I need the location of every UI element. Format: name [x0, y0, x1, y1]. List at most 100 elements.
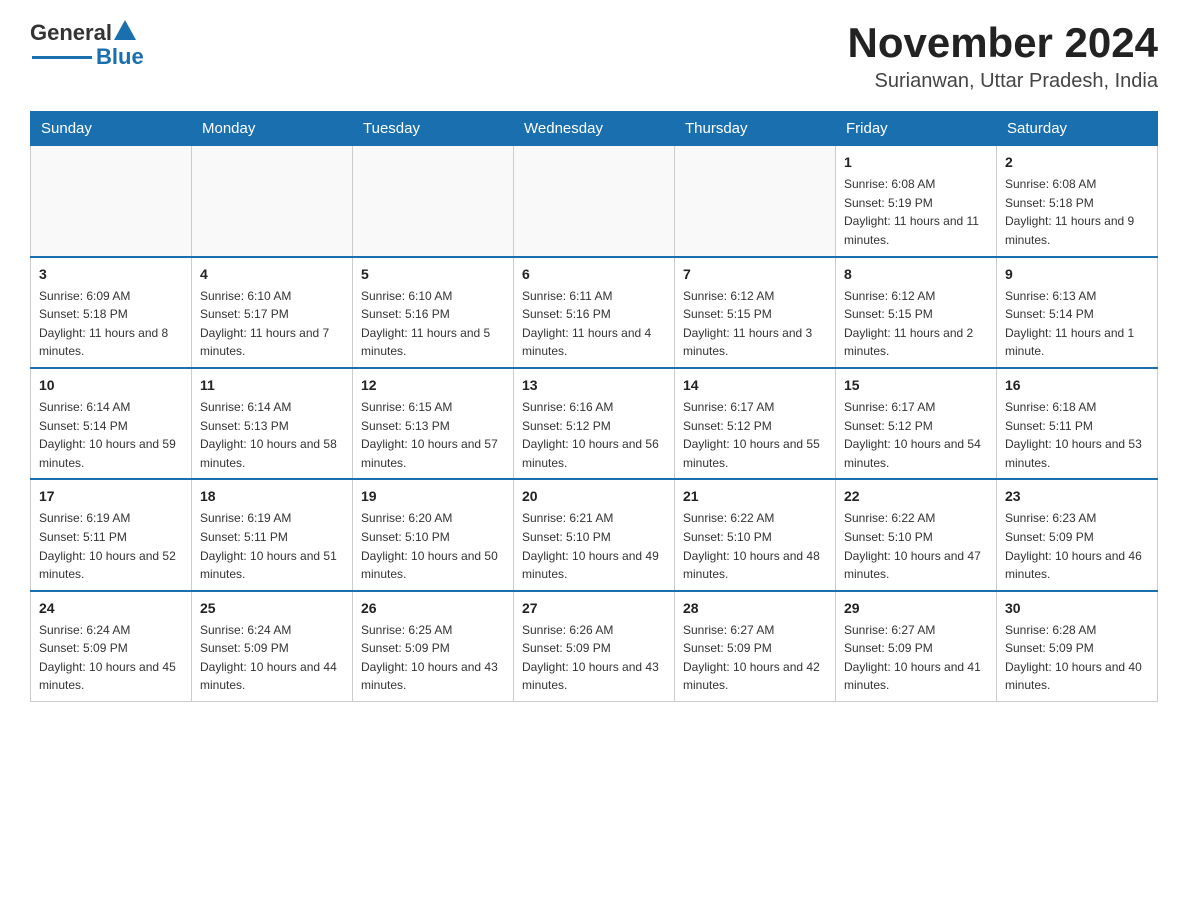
day-number: 26 — [361, 598, 505, 619]
calendar-cell: 30Sunrise: 6:28 AMSunset: 5:09 PMDayligh… — [997, 591, 1158, 702]
day-info: Sunrise: 6:08 AMSunset: 5:18 PMDaylight:… — [1005, 175, 1149, 249]
calendar-cell: 14Sunrise: 6:17 AMSunset: 5:12 PMDayligh… — [675, 368, 836, 479]
day-number: 30 — [1005, 598, 1149, 619]
day-number: 12 — [361, 375, 505, 396]
day-info: Sunrise: 6:26 AMSunset: 5:09 PMDaylight:… — [522, 621, 666, 695]
day-number: 16 — [1005, 375, 1149, 396]
calendar-cell — [192, 146, 353, 257]
calendar-header-monday: Monday — [192, 112, 353, 146]
calendar-table: SundayMondayTuesdayWednesdayThursdayFrid… — [30, 111, 1158, 702]
calendar-week-row: 17Sunrise: 6:19 AMSunset: 5:11 PMDayligh… — [31, 479, 1158, 590]
day-number: 28 — [683, 598, 827, 619]
day-number: 21 — [683, 486, 827, 507]
calendar-cell: 20Sunrise: 6:21 AMSunset: 5:10 PMDayligh… — [514, 479, 675, 590]
calendar-cell: 7Sunrise: 6:12 AMSunset: 5:15 PMDaylight… — [675, 257, 836, 368]
calendar-cell: 1Sunrise: 6:08 AMSunset: 5:19 PMDaylight… — [836, 146, 997, 257]
day-info: Sunrise: 6:18 AMSunset: 5:11 PMDaylight:… — [1005, 398, 1149, 472]
calendar-header-saturday: Saturday — [997, 112, 1158, 146]
day-info: Sunrise: 6:09 AMSunset: 5:18 PMDaylight:… — [39, 287, 183, 361]
calendar-cell: 25Sunrise: 6:24 AMSunset: 5:09 PMDayligh… — [192, 591, 353, 702]
day-info: Sunrise: 6:17 AMSunset: 5:12 PMDaylight:… — [683, 398, 827, 472]
day-info: Sunrise: 6:11 AMSunset: 5:16 PMDaylight:… — [522, 287, 666, 361]
day-number: 8 — [844, 264, 988, 285]
day-info: Sunrise: 6:08 AMSunset: 5:19 PMDaylight:… — [844, 175, 988, 249]
day-info: Sunrise: 6:12 AMSunset: 5:15 PMDaylight:… — [683, 287, 827, 361]
calendar-header-row: SundayMondayTuesdayWednesdayThursdayFrid… — [31, 112, 1158, 146]
day-info: Sunrise: 6:15 AMSunset: 5:13 PMDaylight:… — [361, 398, 505, 472]
page-title: November 2024 — [847, 20, 1158, 66]
calendar-cell — [353, 146, 514, 257]
day-info: Sunrise: 6:19 AMSunset: 5:11 PMDaylight:… — [39, 509, 183, 583]
day-number: 13 — [522, 375, 666, 396]
calendar-cell: 18Sunrise: 6:19 AMSunset: 5:11 PMDayligh… — [192, 479, 353, 590]
day-number: 25 — [200, 598, 344, 619]
calendar-cell: 11Sunrise: 6:14 AMSunset: 5:13 PMDayligh… — [192, 368, 353, 479]
calendar-header-sunday: Sunday — [31, 112, 192, 146]
calendar-cell: 21Sunrise: 6:22 AMSunset: 5:10 PMDayligh… — [675, 479, 836, 590]
calendar-cell: 19Sunrise: 6:20 AMSunset: 5:10 PMDayligh… — [353, 479, 514, 590]
calendar-cell: 28Sunrise: 6:27 AMSunset: 5:09 PMDayligh… — [675, 591, 836, 702]
day-number: 2 — [1005, 152, 1149, 173]
day-number: 23 — [1005, 486, 1149, 507]
day-info: Sunrise: 6:23 AMSunset: 5:09 PMDaylight:… — [1005, 509, 1149, 583]
day-info: Sunrise: 6:14 AMSunset: 5:13 PMDaylight:… — [200, 398, 344, 472]
day-info: Sunrise: 6:24 AMSunset: 5:09 PMDaylight:… — [200, 621, 344, 695]
calendar-cell: 13Sunrise: 6:16 AMSunset: 5:12 PMDayligh… — [514, 368, 675, 479]
page-header: General Blue November 2024 Surianwan, Ut… — [30, 20, 1158, 93]
day-number: 15 — [844, 375, 988, 396]
calendar-cell: 3Sunrise: 6:09 AMSunset: 5:18 PMDaylight… — [31, 257, 192, 368]
day-info: Sunrise: 6:12 AMSunset: 5:15 PMDaylight:… — [844, 287, 988, 361]
calendar-cell: 4Sunrise: 6:10 AMSunset: 5:17 PMDaylight… — [192, 257, 353, 368]
calendar-header-wednesday: Wednesday — [514, 112, 675, 146]
day-info: Sunrise: 6:17 AMSunset: 5:12 PMDaylight:… — [844, 398, 988, 472]
day-info: Sunrise: 6:16 AMSunset: 5:12 PMDaylight:… — [522, 398, 666, 472]
day-number: 17 — [39, 486, 183, 507]
day-number: 3 — [39, 264, 183, 285]
calendar-cell: 27Sunrise: 6:26 AMSunset: 5:09 PMDayligh… — [514, 591, 675, 702]
calendar-week-row: 1Sunrise: 6:08 AMSunset: 5:19 PMDaylight… — [31, 146, 1158, 257]
calendar-cell: 2Sunrise: 6:08 AMSunset: 5:18 PMDaylight… — [997, 146, 1158, 257]
calendar-week-row: 24Sunrise: 6:24 AMSunset: 5:09 PMDayligh… — [31, 591, 1158, 702]
day-number: 6 — [522, 264, 666, 285]
day-info: Sunrise: 6:27 AMSunset: 5:09 PMDaylight:… — [683, 621, 827, 695]
calendar-cell — [675, 146, 836, 257]
calendar-cell: 29Sunrise: 6:27 AMSunset: 5:09 PMDayligh… — [836, 591, 997, 702]
calendar-cell: 22Sunrise: 6:22 AMSunset: 5:10 PMDayligh… — [836, 479, 997, 590]
day-info: Sunrise: 6:22 AMSunset: 5:10 PMDaylight:… — [844, 509, 988, 583]
day-number: 9 — [1005, 264, 1149, 285]
calendar-header-thursday: Thursday — [675, 112, 836, 146]
calendar-cell: 12Sunrise: 6:15 AMSunset: 5:13 PMDayligh… — [353, 368, 514, 479]
day-info: Sunrise: 6:19 AMSunset: 5:11 PMDaylight:… — [200, 509, 344, 583]
calendar-cell: 24Sunrise: 6:24 AMSunset: 5:09 PMDayligh… — [31, 591, 192, 702]
day-info: Sunrise: 6:13 AMSunset: 5:14 PMDaylight:… — [1005, 287, 1149, 361]
logo-blue-text: Blue — [96, 44, 144, 70]
calendar-cell: 17Sunrise: 6:19 AMSunset: 5:11 PMDayligh… — [31, 479, 192, 590]
calendar-cell: 6Sunrise: 6:11 AMSunset: 5:16 PMDaylight… — [514, 257, 675, 368]
day-number: 19 — [361, 486, 505, 507]
calendar-cell: 10Sunrise: 6:14 AMSunset: 5:14 PMDayligh… — [31, 368, 192, 479]
calendar-week-row: 10Sunrise: 6:14 AMSunset: 5:14 PMDayligh… — [31, 368, 1158, 479]
day-info: Sunrise: 6:10 AMSunset: 5:16 PMDaylight:… — [361, 287, 505, 361]
title-area: November 2024 Surianwan, Uttar Pradesh, … — [847, 20, 1158, 93]
logo-triangle-icon — [114, 20, 136, 40]
calendar-cell: 9Sunrise: 6:13 AMSunset: 5:14 PMDaylight… — [997, 257, 1158, 368]
logo-general-text: General — [30, 20, 112, 46]
day-number: 5 — [361, 264, 505, 285]
calendar-cell — [31, 146, 192, 257]
day-info: Sunrise: 6:27 AMSunset: 5:09 PMDaylight:… — [844, 621, 988, 695]
calendar-cell: 23Sunrise: 6:23 AMSunset: 5:09 PMDayligh… — [997, 479, 1158, 590]
day-number: 7 — [683, 264, 827, 285]
day-number: 22 — [844, 486, 988, 507]
day-number: 29 — [844, 598, 988, 619]
day-number: 4 — [200, 264, 344, 285]
day-number: 27 — [522, 598, 666, 619]
logo: General Blue — [30, 20, 144, 70]
calendar-cell: 8Sunrise: 6:12 AMSunset: 5:15 PMDaylight… — [836, 257, 997, 368]
day-number: 18 — [200, 486, 344, 507]
calendar-cell: 15Sunrise: 6:17 AMSunset: 5:12 PMDayligh… — [836, 368, 997, 479]
calendar-cell: 26Sunrise: 6:25 AMSunset: 5:09 PMDayligh… — [353, 591, 514, 702]
calendar-cell: 16Sunrise: 6:18 AMSunset: 5:11 PMDayligh… — [997, 368, 1158, 479]
day-info: Sunrise: 6:25 AMSunset: 5:09 PMDaylight:… — [361, 621, 505, 695]
day-number: 1 — [844, 152, 988, 173]
calendar-week-row: 3Sunrise: 6:09 AMSunset: 5:18 PMDaylight… — [31, 257, 1158, 368]
